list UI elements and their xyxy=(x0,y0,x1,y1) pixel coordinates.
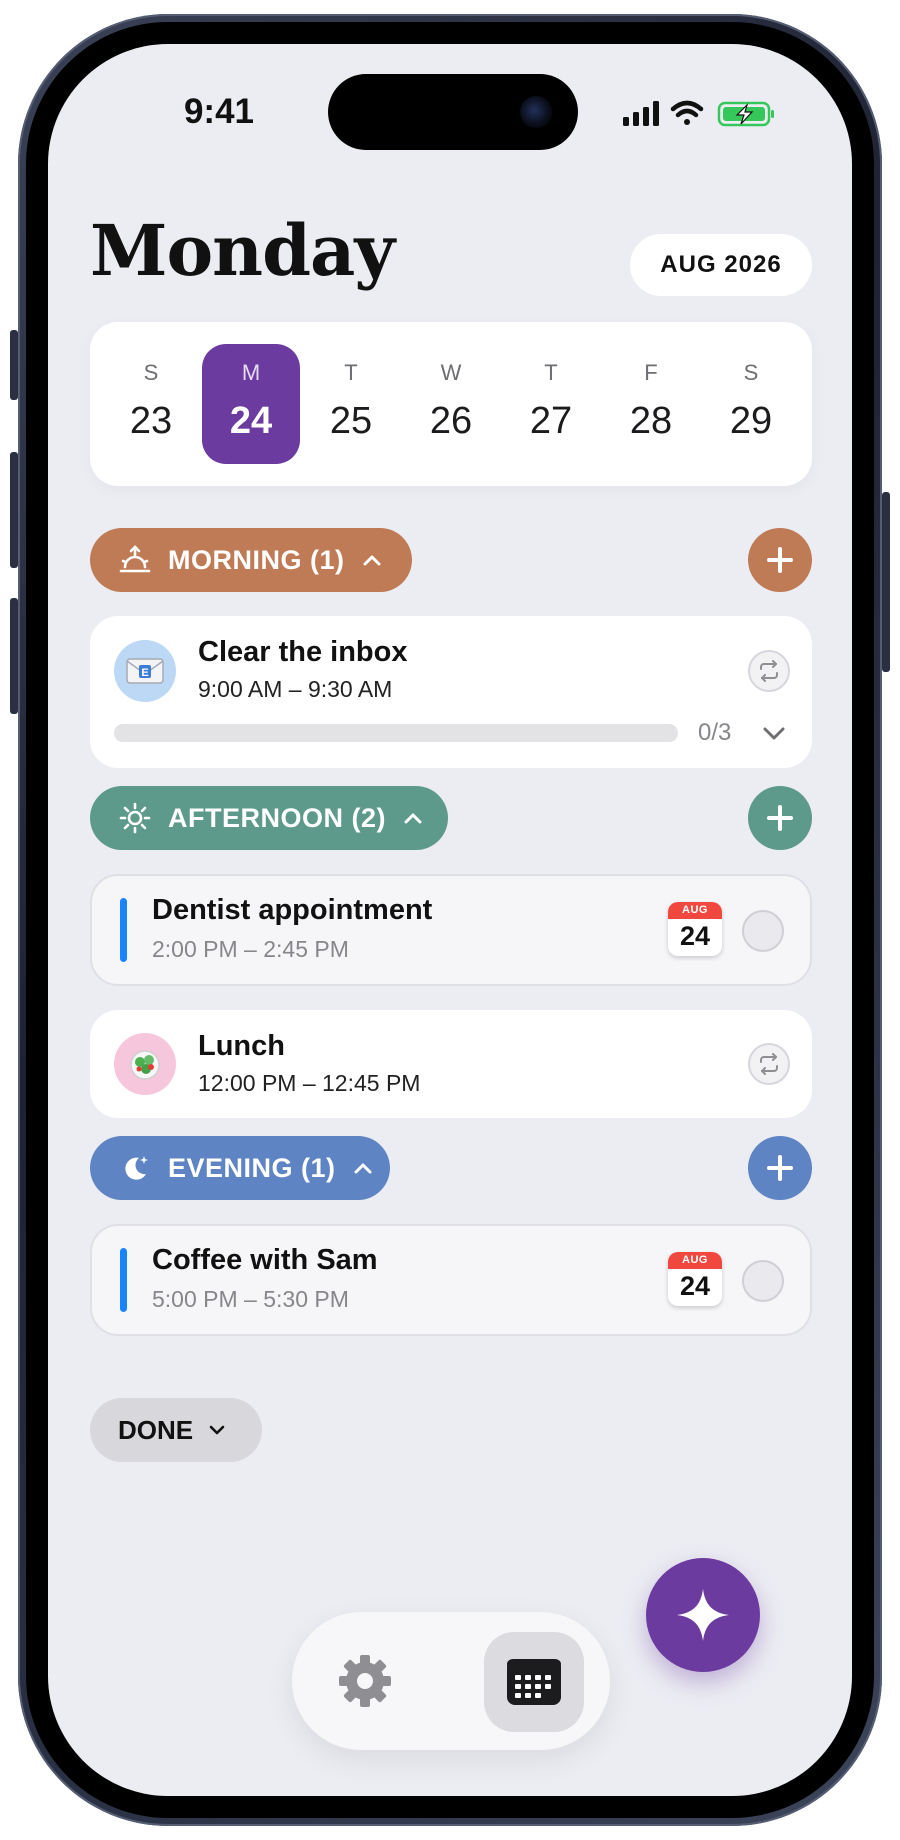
day-of-week-label: S xyxy=(143,360,159,385)
plus-icon xyxy=(767,547,793,573)
task-card-lunch[interactable]: Lunch 12:00 PM – 12:45 PM xyxy=(90,1010,812,1118)
event-time: 2:00 PM – 2:45 PM xyxy=(152,936,349,962)
day-wed-26[interactable]: W 26 xyxy=(402,344,500,464)
envelope-icon: E xyxy=(114,640,176,702)
volume-up-button xyxy=(10,452,18,568)
section-toggle-evening[interactable]: EVENING (1) xyxy=(90,1136,390,1200)
repeat-icon xyxy=(748,1043,790,1085)
event-time: 5:00 PM – 5:30 PM xyxy=(152,1286,349,1312)
calendar-tab[interactable] xyxy=(484,1632,584,1732)
add-afternoon-task-button[interactable] xyxy=(748,786,812,850)
chevron-down-icon[interactable] xyxy=(760,719,788,747)
calendar-icon: AUG 24 xyxy=(668,902,722,956)
sparkle-icon xyxy=(677,1589,729,1641)
dynamic-island xyxy=(328,74,578,150)
week-strip: S 23 M 24 T 25 W 26 T 27 F 28 S 29 xyxy=(90,322,812,486)
day-of-week-label: S xyxy=(743,360,759,385)
day-thu-27[interactable]: T 27 xyxy=(502,344,600,464)
sunrise-icon xyxy=(118,543,152,577)
plus-icon xyxy=(767,805,793,831)
day-number: 27 xyxy=(529,400,573,442)
bottom-tab-bar xyxy=(292,1612,610,1750)
event-title: Coffee with Sam xyxy=(152,1244,378,1276)
day-fri-28[interactable]: F 28 xyxy=(602,344,700,464)
day-sun-23[interactable]: S 23 xyxy=(102,344,200,464)
day-number: 26 xyxy=(429,400,473,442)
calendar-icon: AUG 24 xyxy=(668,1252,722,1306)
month-picker-button[interactable]: AUG 2026 xyxy=(630,234,812,296)
gear-icon xyxy=(339,1655,391,1707)
signal-icon xyxy=(623,101,659,126)
event-card-dentist[interactable]: Dentist appointment 2:00 PM – 2:45 PM AU… xyxy=(90,874,812,986)
page-title: Monday xyxy=(90,209,395,292)
chevron-up-icon xyxy=(361,549,383,571)
day-number: 29 xyxy=(729,400,773,442)
subtask-count: 0/3 xyxy=(698,719,732,746)
task-time: 9:00 AM – 9:30 AM xyxy=(198,676,393,702)
action-button xyxy=(10,330,18,400)
power-button xyxy=(882,492,890,672)
calendar-icon-month: AUG xyxy=(668,1252,722,1269)
add-morning-task-button[interactable] xyxy=(748,528,812,592)
complete-checkbox[interactable] xyxy=(742,1260,784,1302)
volume-down-button xyxy=(10,598,18,714)
day-sat-29[interactable]: S 29 xyxy=(702,344,800,464)
wifi-icon xyxy=(670,100,704,125)
battery-icon xyxy=(717,101,774,127)
task-title: Clear the inbox xyxy=(198,636,408,668)
app-screen: 9:41 Monday AUG 2026 S 23 M 24 T 25 W 26… xyxy=(48,44,852,1796)
event-title: Dentist appointment xyxy=(152,894,433,926)
section-label: AFTERNOON (2) xyxy=(168,802,386,833)
day-mon-24-selected[interactable]: M 24 xyxy=(202,344,300,464)
event-color-bar xyxy=(120,1248,127,1312)
day-of-week-label: M xyxy=(241,360,261,385)
chevron-down-icon xyxy=(207,1420,227,1440)
salad-icon xyxy=(114,1033,176,1095)
calendar-grid-icon xyxy=(507,1659,561,1705)
calendar-icon-day: 24 xyxy=(679,921,711,951)
day-tue-25[interactable]: T 25 xyxy=(302,344,400,464)
calendar-icon-month: AUG xyxy=(668,902,722,919)
done-label: DONE xyxy=(118,1414,194,1445)
calendar-icon-day: 24 xyxy=(679,1271,711,1301)
day-of-week-label: T xyxy=(544,360,558,385)
day-of-week-label: W xyxy=(440,360,462,385)
day-number: 24 xyxy=(229,400,273,442)
camera-icon xyxy=(520,96,552,128)
repeat-icon xyxy=(748,650,790,692)
task-card-clear-inbox[interactable]: E Clear the inbox 9:00 AM – 9:30 AM 0/3 xyxy=(90,616,812,768)
section-label: MORNING (1) xyxy=(168,544,345,575)
settings-tab[interactable] xyxy=(330,1646,400,1716)
status-icons xyxy=(623,99,783,129)
plus-icon xyxy=(767,1155,793,1181)
ai-assistant-button[interactable] xyxy=(646,1558,760,1672)
add-evening-task-button[interactable] xyxy=(748,1136,812,1200)
section-toggle-afternoon[interactable]: AFTERNOON (2) xyxy=(90,786,448,850)
day-of-week-label: T xyxy=(344,360,358,385)
chevron-up-icon xyxy=(352,1157,374,1179)
day-number: 28 xyxy=(629,400,673,442)
section-label: EVENING (1) xyxy=(168,1152,336,1183)
complete-checkbox[interactable] xyxy=(742,910,784,952)
section-toggle-morning[interactable]: MORNING (1) xyxy=(90,528,412,592)
done-section-toggle[interactable]: DONE xyxy=(90,1398,262,1462)
day-number: 25 xyxy=(329,400,373,442)
task-title: Lunch xyxy=(198,1030,285,1062)
svg-text:E: E xyxy=(141,667,148,679)
sun-icon xyxy=(118,801,152,835)
day-of-week-label: F xyxy=(644,360,658,385)
task-time: 12:00 PM – 12:45 PM xyxy=(198,1070,421,1096)
chevron-up-icon xyxy=(402,807,424,829)
day-number: 23 xyxy=(129,400,173,442)
moon-stars-icon xyxy=(118,1151,152,1185)
status-time: 9:41 xyxy=(183,92,255,131)
event-card-coffee-with-sam[interactable]: Coffee with Sam 5:00 PM – 5:30 PM AUG 24 xyxy=(90,1224,812,1336)
event-color-bar xyxy=(120,898,127,962)
subtask-progress-bar xyxy=(114,724,678,742)
